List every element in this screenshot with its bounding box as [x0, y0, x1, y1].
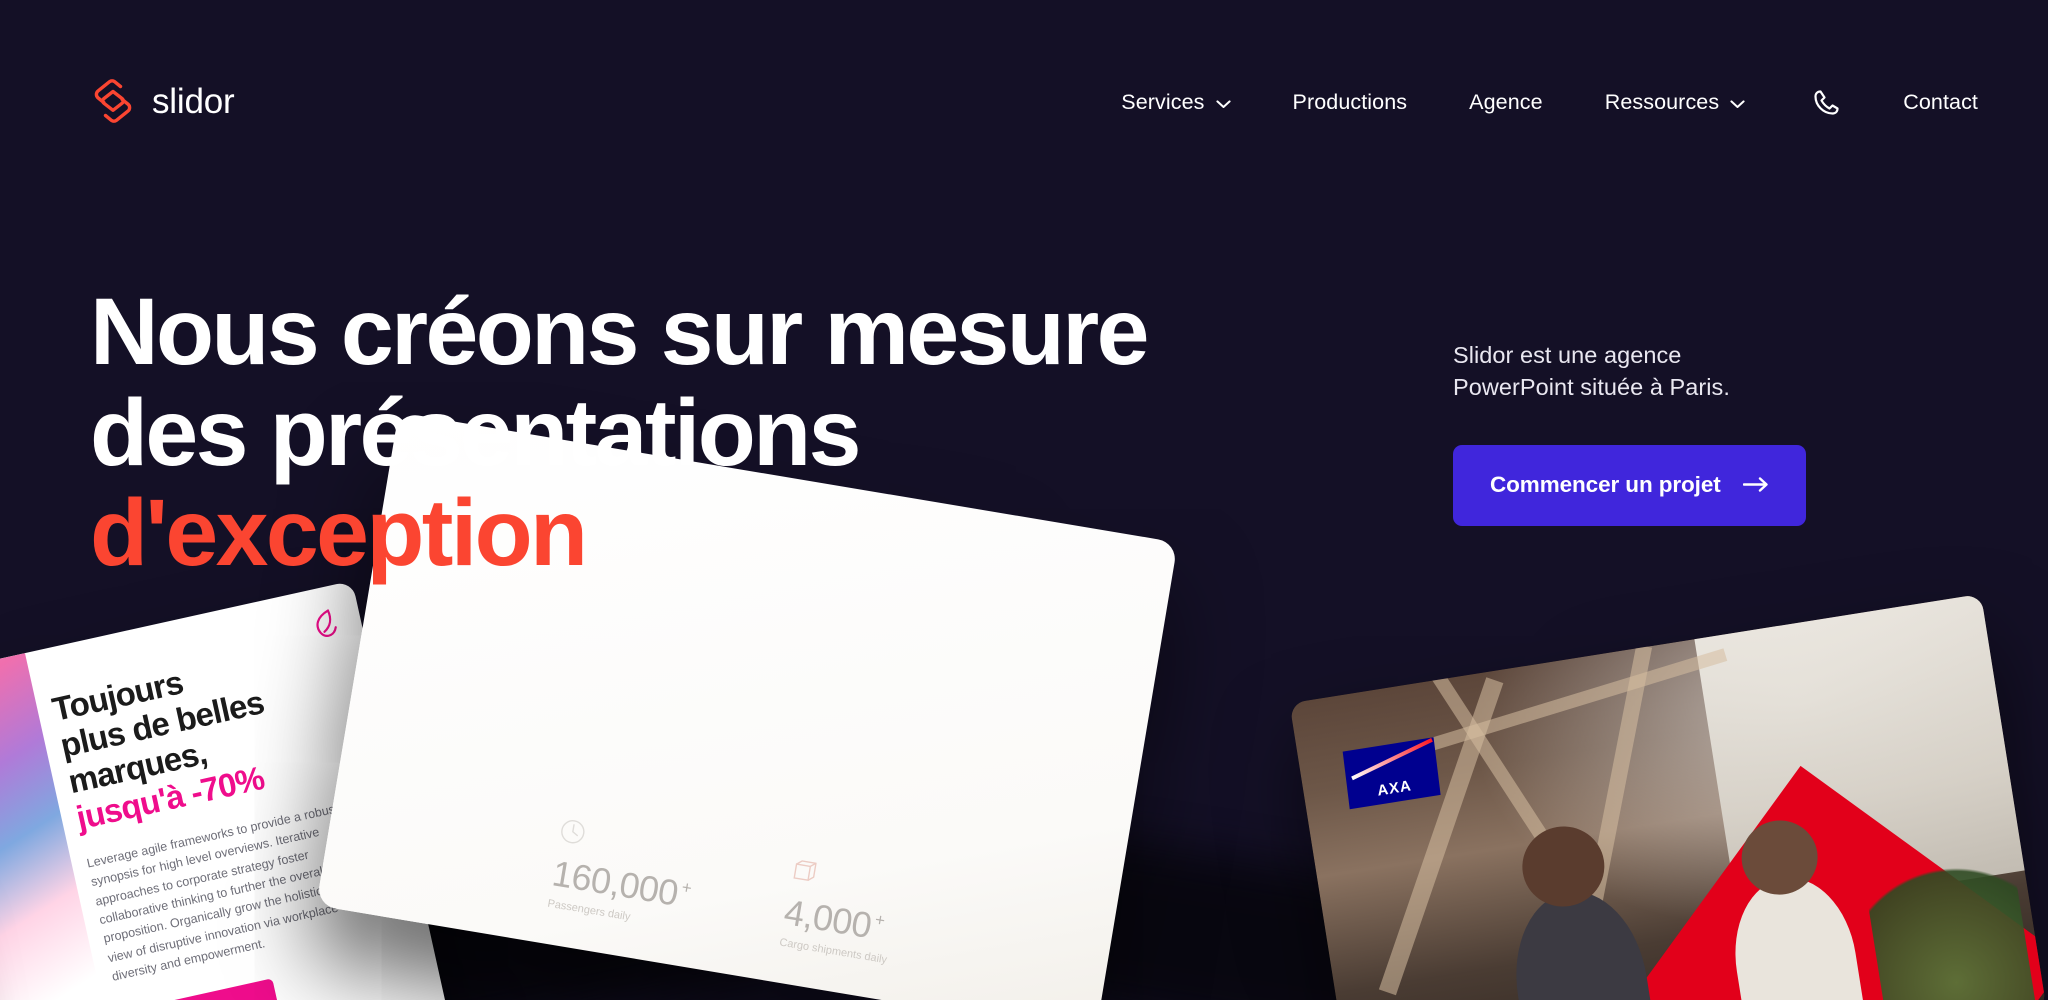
main-navigation: Services Productions Agence Ressources C… — [1121, 82, 1978, 123]
axa-logo-stroke — [1351, 737, 1433, 781]
headline-line-3-accent: d'exception — [90, 480, 588, 587]
site-header: slidor Services Productions Agence Resso… — [0, 0, 2048, 175]
nav-item-agence[interactable]: Agence — [1469, 82, 1543, 123]
right-slide-photo: AXA Tou — [1289, 593, 2047, 1000]
hero-subtext: Slidor est une agence PowerPoint située … — [1453, 340, 1873, 404]
nav-label: Ressources — [1604, 90, 1720, 114]
slidor-logo-icon — [94, 79, 132, 123]
stat-item: 160,000 + Passengers daily — [547, 817, 700, 933]
nav-label: Agence — [1469, 90, 1543, 114]
hero-side-block: Slidor est une agence PowerPoint située … — [1453, 340, 1873, 526]
cargo-box-icon — [793, 860, 817, 882]
page-title: Nous créons sur mesure des présentations… — [90, 279, 1149, 587]
nav-item-productions[interactable]: Productions — [1293, 82, 1408, 123]
mockup-collage: Toujours plus de belles marques, jusqu'à… — [0, 412, 2048, 1000]
headline-line-2: des présentations — [90, 379, 861, 486]
nav-item-contact[interactable]: Contact — [1903, 82, 1978, 123]
nav-item-services[interactable]: Services — [1121, 82, 1231, 123]
left-slide-cta-button[interactable]: Voir les marques — [120, 978, 282, 1000]
brand-name: slidor — [152, 81, 235, 121]
person-silhouette — [1503, 882, 1662, 1000]
nav-label: Productions — [1292, 90, 1408, 114]
right-slide: AXA Tou — [1289, 593, 2047, 1000]
brand-logo-link[interactable]: slidor — [90, 78, 235, 124]
stat-item: 4,000 + Cargo shipments daily — [778, 856, 901, 966]
nav-label: Contact — [1903, 90, 1978, 114]
nav-item-ressources[interactable]: Ressources — [1605, 82, 1746, 123]
arrow-right-icon — [1742, 477, 1768, 493]
headline-line-1: Nous créons sur mesure — [90, 279, 1149, 385]
phone-icon — [1814, 89, 1839, 115]
hero-subtext-line-2: PowerPoint située à Paris. — [1453, 373, 1730, 400]
hero-page: Toujours plus de belles marques, jusqu'à… — [0, 0, 2048, 1000]
nav-label: Services — [1121, 90, 1205, 114]
chevron-down-icon — [1730, 99, 1745, 108]
hero-subtext-line-1: Slidor est une agence — [1453, 342, 1682, 368]
axa-logo-text: AXA — [1376, 777, 1413, 800]
cta-label: Commencer un projet — [1490, 471, 1721, 497]
hero-headline-block: Nous créons sur mesure des présentations… — [90, 279, 1149, 587]
center-slide-stats: 160,000 + Passengers daily 4,000 + Cargo… — [547, 817, 902, 966]
phone-call-link[interactable] — [1811, 88, 1841, 118]
chevron-down-icon — [1215, 99, 1231, 108]
axa-logo: AXA — [1342, 737, 1441, 810]
start-project-button[interactable]: Commencer un projet — [1453, 444, 1806, 526]
clock-icon — [561, 820, 585, 844]
